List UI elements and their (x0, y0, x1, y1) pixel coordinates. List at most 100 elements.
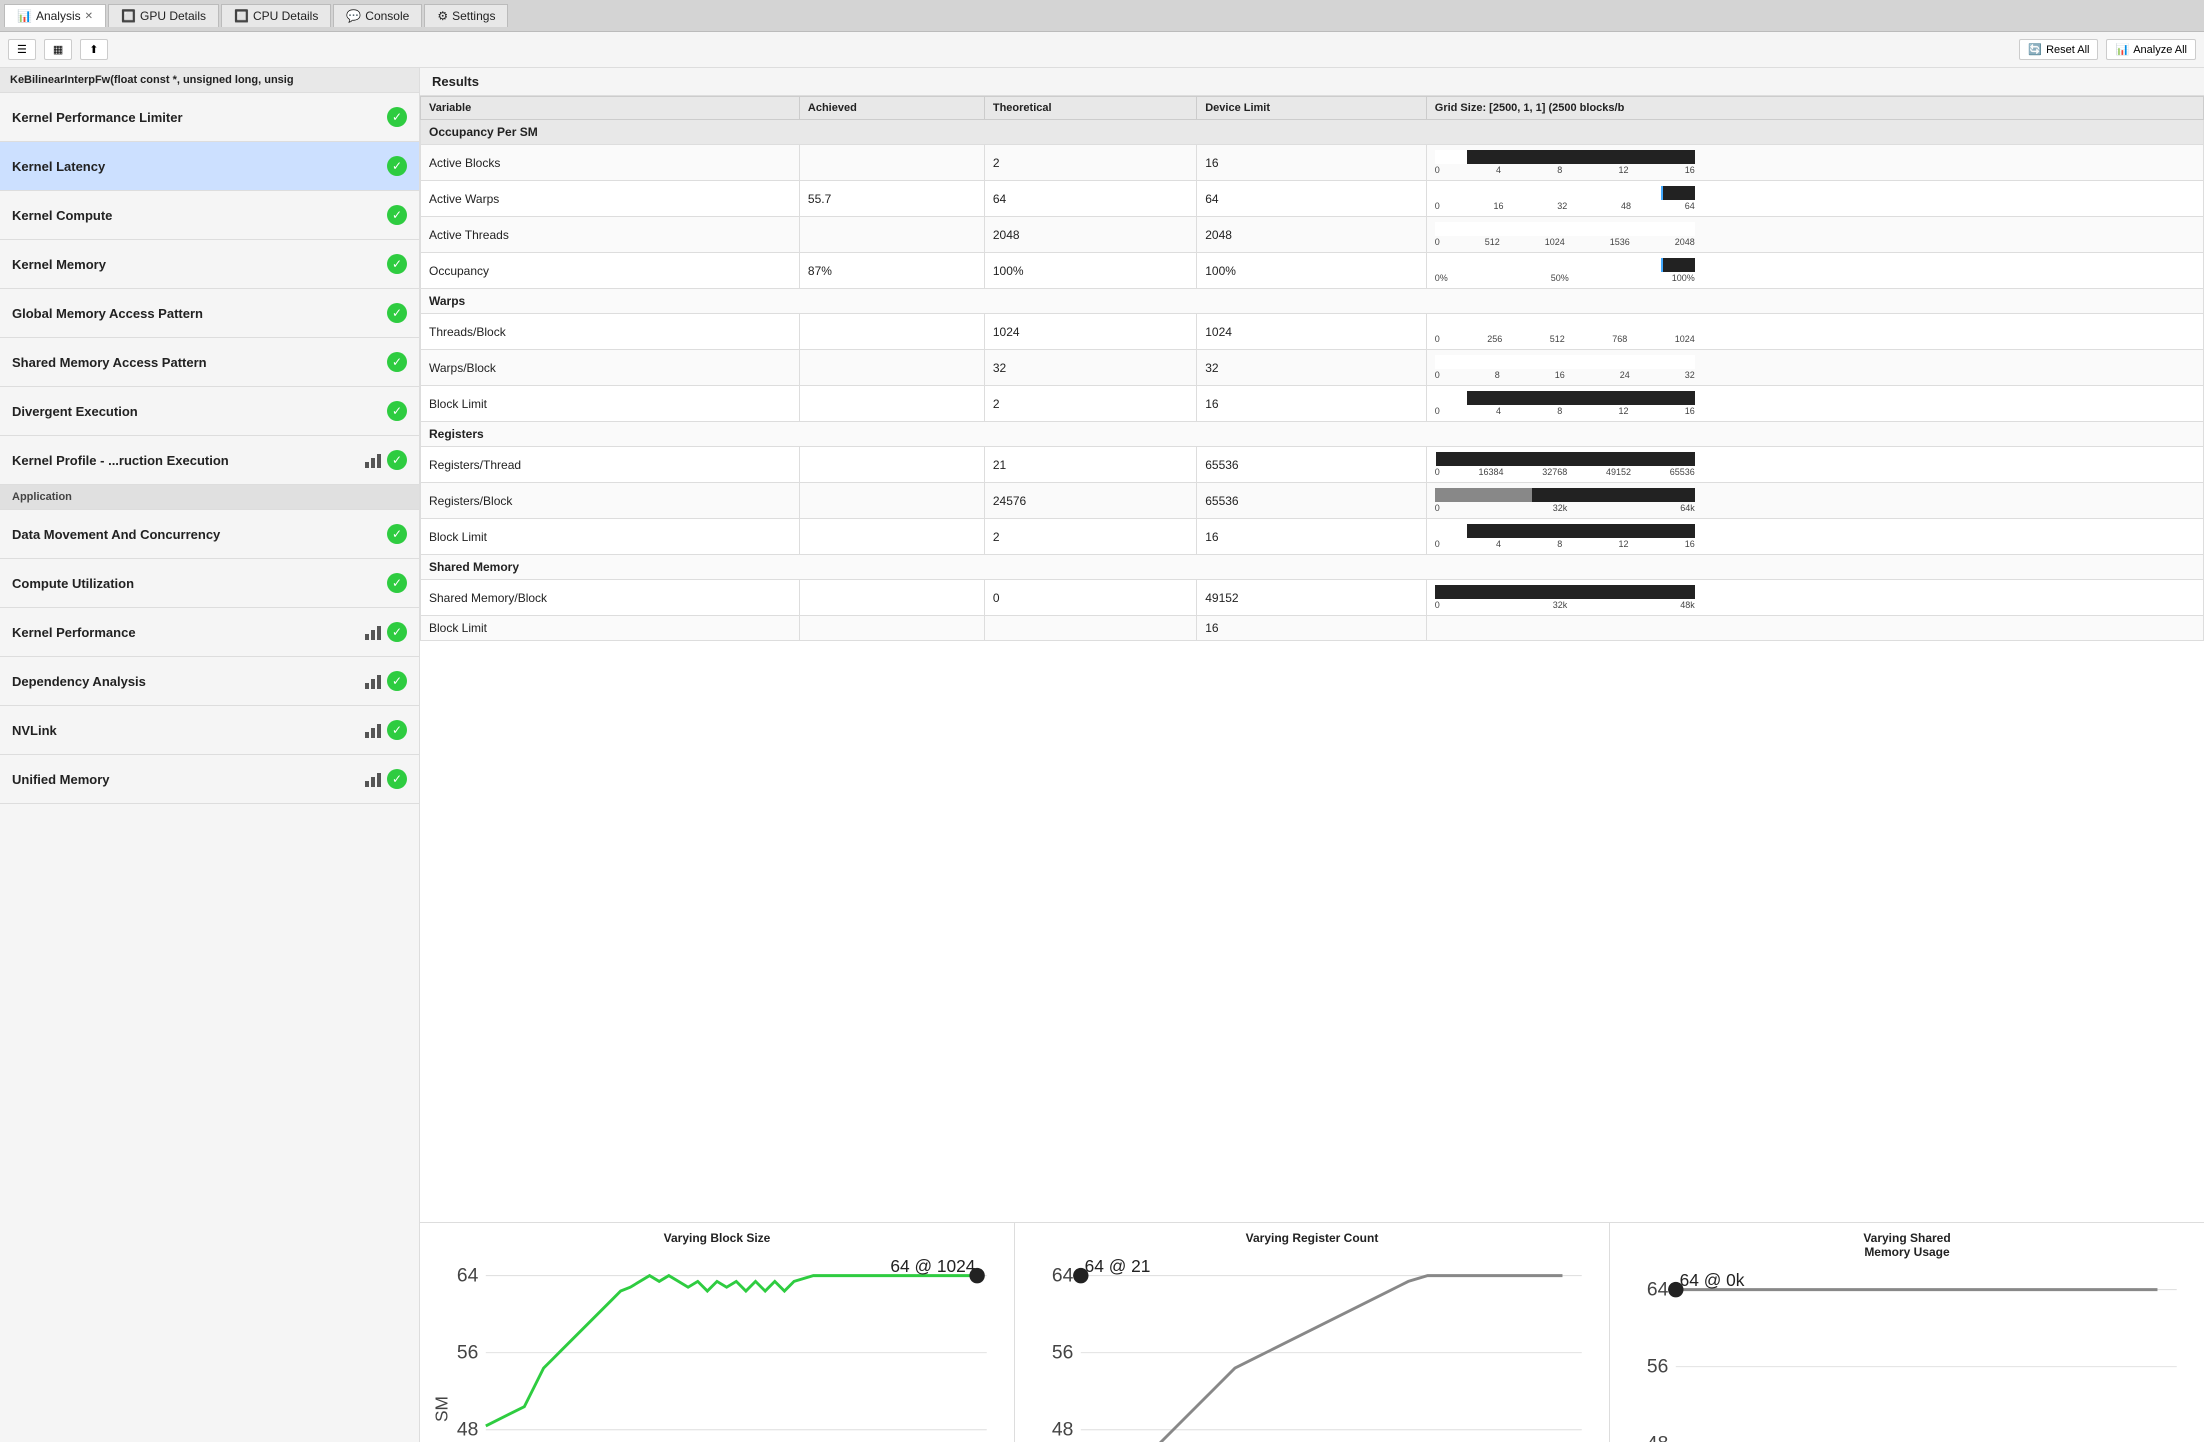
svg-text:48: 48 (1647, 1434, 1668, 1442)
section-warps: Warps (421, 289, 2204, 314)
section-registers: Registers (421, 422, 2204, 447)
svg-text:64: 64 (457, 1265, 479, 1286)
sidebar-item-icons: ✓ (387, 401, 407, 421)
chart-svg: 64 56 48 40 64 @ 0k (1618, 1265, 2196, 1442)
col-achieved: Achieved (799, 97, 984, 120)
sidebar-item-kernel-memory[interactable]: Kernel Memory ✓ (0, 240, 419, 289)
check-icon: ✓ (387, 769, 407, 789)
chart-title: Varying SharedMemory Usage (1863, 1231, 1950, 1259)
bar-chart-block-limit-regs: 0481216 (1435, 524, 1695, 549)
bar-chart-threads-block: 02565127681024 (1435, 319, 1695, 344)
chart-bar-icon (365, 673, 383, 689)
check-icon: ✓ (387, 401, 407, 421)
chart-area: 64 56 48 40 64 @ 21 (1023, 1251, 1601, 1442)
tab-console-label: Console (365, 9, 409, 23)
tab-analysis[interactable]: 📊 Analysis ✕ (4, 4, 106, 27)
chart-varying-shared-memory: Varying SharedMemory Usage 64 56 48 40 (1610, 1223, 2204, 1442)
svg-text:64 @ 1024: 64 @ 1024 (890, 1256, 975, 1276)
analyze-icon: 📊 (2115, 43, 2129, 56)
check-icon: ✓ (387, 622, 407, 642)
reset-all-button[interactable]: 🔄 Reset All (2019, 39, 2098, 60)
sidebar-item-kernel-performance[interactable]: Kernel Performance ✓ (0, 608, 419, 657)
sidebar-item-data-movement[interactable]: Data Movement And Concurrency ✓ (0, 510, 419, 559)
svg-text:48: 48 (457, 1420, 478, 1441)
check-icon: ✓ (387, 303, 407, 323)
reset-all-label: Reset All (2046, 44, 2089, 56)
kernel-title: KeBilinearInterpFw(float const *, unsign… (0, 68, 419, 93)
sidebar-item-nvlink[interactable]: NVLink ✓ (0, 706, 419, 755)
sidebar-item-kernel-latency[interactable]: Kernel Latency ✓ (0, 142, 419, 191)
sidebar-item-kernel-profile[interactable]: Kernel Profile - ...ruction Execution ✓ (0, 436, 419, 485)
grid-view-btn[interactable]: ▦ (44, 39, 72, 60)
table-row: Active Warps 55.7 64 64 (421, 181, 2204, 217)
sidebar-item-label: Kernel Compute (12, 208, 112, 223)
svg-text:64 @ 21: 64 @ 21 (1085, 1256, 1151, 1276)
sidebar-item-icons: ✓ (365, 622, 407, 642)
settings-icon: ⚙ (437, 9, 448, 23)
analysis-icon: 📊 (17, 9, 32, 23)
up-btn[interactable]: ⬆ (80, 39, 107, 60)
svg-text:SM: SM (431, 1396, 451, 1422)
check-icon: ✓ (387, 573, 407, 593)
analyze-all-label: Analyze All (2133, 44, 2187, 56)
sidebar-item-label: Kernel Performance Limiter (12, 110, 183, 125)
section-shared-memory: Shared Memory (421, 555, 2204, 580)
sidebar-item-compute-utilization[interactable]: Compute Utilization ✓ (0, 559, 419, 608)
sidebar-item-icons: ✓ (387, 156, 407, 176)
sidebar-item-icons: ✓ (387, 205, 407, 225)
charts-section: Varying Block Size 64 56 48 40 (420, 1222, 2204, 1442)
bar-chart-block-limit-warps: 0481216 (1435, 391, 1695, 416)
check-icon: ✓ (387, 156, 407, 176)
sidebar-item-dependency-analysis[interactable]: Dependency Analysis ✓ (0, 657, 419, 706)
sidebar-item-global-memory[interactable]: Global Memory Access Pattern ✓ (0, 289, 419, 338)
sidebar-item-label: NVLink (12, 723, 57, 738)
svg-text:64: 64 (1647, 1279, 1669, 1300)
check-icon: ✓ (387, 205, 407, 225)
tab-settings[interactable]: ⚙ Settings (424, 4, 508, 27)
bar-chart-occupancy: 0%50%100% (1435, 258, 1695, 283)
list-view-btn[interactable]: ☰ (8, 39, 36, 60)
table-row: Block Limit 2 16 0481216 (421, 386, 2204, 422)
check-icon: ✓ (387, 720, 407, 740)
tab-analysis-close[interactable]: ✕ (85, 11, 93, 22)
sidebar-item-icons: ✓ (365, 720, 407, 740)
cpu-icon: 🔲 (234, 9, 249, 23)
svg-text:64: 64 (1052, 1265, 1074, 1286)
svg-text:56: 56 (1647, 1356, 1668, 1377)
tab-cpu-details[interactable]: 🔲 CPU Details (221, 4, 331, 27)
table-row: Registers/Thread 21 65536 0 (421, 447, 2204, 483)
tab-cpu-label: CPU Details (253, 9, 318, 23)
chart-title: Varying Register Count (1246, 1231, 1379, 1245)
tab-console[interactable]: 💬 Console (333, 4, 422, 27)
sidebar-item-icons: ✓ (387, 254, 407, 274)
sidebar-item-divergent-execution[interactable]: Divergent Execution ✓ (0, 387, 419, 436)
sidebar-item-unified-memory[interactable]: Unified Memory ✓ (0, 755, 419, 804)
sidebar-item-label: Compute Utilization (12, 576, 134, 591)
bar-chart-regs-block: 032k64k (1435, 488, 1695, 513)
table-row: Occupancy 87% 100% 100% (421, 253, 2204, 289)
sidebar-item-label: Divergent Execution (12, 404, 138, 419)
chart-title: Varying Block Size (664, 1231, 771, 1245)
analyze-all-button[interactable]: 📊 Analyze All (2106, 39, 2196, 60)
col-grid-size: Grid Size: [2500, 1, 1] (2500 blocks/b (1426, 97, 2203, 120)
col-device-limit: Device Limit (1197, 97, 1427, 120)
sidebar-item-label: Kernel Latency (12, 159, 105, 174)
bar-chart-shared-mem-block: 032k48k (1435, 585, 1695, 610)
tab-gpu-details[interactable]: 🔲 GPU Details (108, 4, 219, 27)
sidebar-item-icons: ✓ (387, 352, 407, 372)
sidebar-item-icons: ✓ (365, 450, 407, 470)
bar-chart-regs-thread: 016384327684915265536 (1435, 452, 1695, 477)
sidebar-item-shared-memory[interactable]: Shared Memory Access Pattern ✓ (0, 338, 419, 387)
section-occupancy: Occupancy Per SM (421, 120, 2204, 145)
svg-text:64 @ 0k: 64 @ 0k (1680, 1270, 1745, 1290)
sidebar-item-icons: ✓ (387, 303, 407, 323)
sidebar-item-kernel-compute[interactable]: Kernel Compute ✓ (0, 191, 419, 240)
table-row: Block Limit 16 (421, 616, 2204, 641)
sidebar-item-label: Shared Memory Access Pattern (12, 355, 207, 370)
chart-bar-icon (365, 722, 383, 738)
sidebar-item-label: Kernel Memory (12, 257, 106, 272)
svg-text:56: 56 (457, 1342, 478, 1363)
sidebar-item-icons: ✓ (365, 769, 407, 789)
sidebar-item-kernel-performance-limiter[interactable]: Kernel Performance Limiter ✓ (0, 93, 419, 142)
sidebar-item-label: Unified Memory (12, 772, 110, 787)
